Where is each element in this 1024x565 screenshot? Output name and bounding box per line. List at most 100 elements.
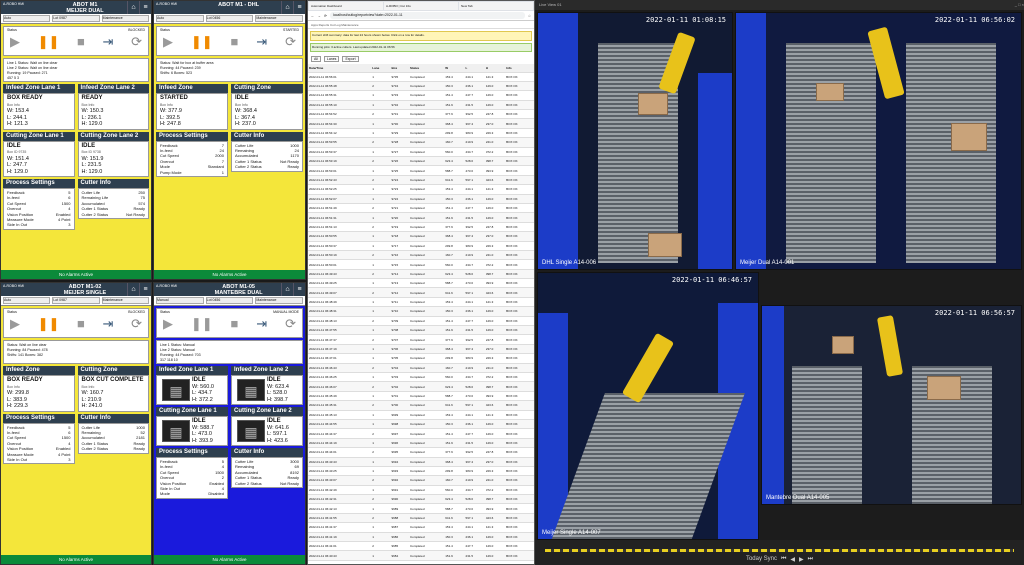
table-row[interactable]: 2022-01-11 06:50:55 1 9718 Completed 368.4 36…: [308, 231, 534, 242]
column-header[interactable]: Date/Time: [308, 64, 372, 73]
table-row[interactable]: 2022-01-11 06:51:49 2 9721 Completed 151.4 24…: [308, 203, 534, 214]
setting-value[interactable]: 1: [222, 170, 224, 175]
table-row[interactable]: 2022-01-11 06:48:13 2 9709 Completed 151.4 24…: [308, 316, 534, 327]
table-row[interactable]: 2022-01-11 06:53:37 1 9727 Completed 560.0 43…: [308, 147, 534, 158]
table-row[interactable]: 2022-01-11 06:50:01 1 9715 Completed 560.0 43…: [308, 259, 534, 270]
table-row[interactable]: 2022-01-11 06:42:31 2 9690 Completed 623.4 52…: [308, 494, 534, 505]
table-row[interactable]: 2022-01-11 06:53:55 2 9728 Completed 160.7 21…: [308, 137, 534, 148]
table-row[interactable]: 2022-01-11 06:53:19 2 9726 Completed 623.4 52…: [308, 156, 534, 167]
table-row[interactable]: 2022-01-11 06:54:52 2 9731 Completed 377.9 39…: [308, 109, 534, 120]
maintenance-select[interactable]: Maintenance: [101, 15, 149, 22]
table-row[interactable]: 2022-01-11 06:53:01 1 9725 Completed 588.7 47…: [308, 165, 534, 176]
filter-lanes-button[interactable]: Lanes: [323, 56, 340, 62]
column-header[interactable]: W: [444, 64, 465, 73]
table-row[interactable]: 2022-01-11 06:40:43 1 9684 Completed 151.9 23…: [308, 550, 534, 561]
home-icon[interactable]: ⌂: [127, 1, 139, 14]
stop-button[interactable]: ■: [77, 317, 85, 331]
lot-select[interactable]: Lot 0456: [205, 15, 254, 22]
pause-button[interactable]: ❚❚: [191, 35, 213, 49]
table-row[interactable]: 2022-01-11 06:42:13 1 9689 Completed 588.7 47…: [308, 503, 534, 514]
table-row[interactable]: 2022-01-11 06:46:25 1 9703 Completed 560.0 43…: [308, 372, 534, 383]
pause-button[interactable]: ❚❚: [38, 35, 60, 49]
table-row[interactable]: 2022-01-11 06:55:10 1 9732 Completed 151.9 23…: [308, 100, 534, 111]
column-header[interactable]: Lane: [371, 64, 391, 73]
mode-select[interactable]: Auto: [156, 15, 204, 22]
table-row[interactable]: 2022-01-11 06:48:31 1 9710 Completed 150.3 23…: [308, 306, 534, 317]
timeline-bar[interactable]: [545, 549, 1014, 552]
maintenance-select[interactable]: Maintenance: [255, 15, 304, 22]
table-row[interactable]: 2022-01-11 06:50:37 1 9717 Completed 299.8 38…: [308, 241, 534, 251]
table-row[interactable]: 2022-01-11 06:49:43 2 9714 Completed 623.4 52…: [308, 269, 534, 280]
play-button[interactable]: ▶: [163, 35, 173, 49]
stop-button[interactable]: ■: [231, 35, 239, 49]
stop-button[interactable]: ■: [77, 35, 85, 49]
browser-tab[interactable]: A-ROBO | Cut Info: [384, 2, 458, 10]
column-header[interactable]: H: [484, 64, 506, 73]
window-controls[interactable]: _ □ ×: [1015, 0, 1024, 10]
camera-feed[interactable]: 2022-01-11 06:56:02 Meijer Dual A14-001: [735, 12, 1022, 270]
table-row[interactable]: 2022-01-11 06:41:55 2 9688 Completed 641.6 59…: [308, 513, 534, 524]
browser-tab[interactable]: Automation Dashboard: [309, 2, 383, 10]
skip-forward-icon[interactable]: ⏭: [808, 556, 813, 563]
table-row[interactable]: 2022-01-11 06:48:49 1 9711 Completed 153.4 24…: [308, 297, 534, 308]
table-row[interactable]: 2022-01-11 06:43:07 2 9692 Completed 160.7 21…: [308, 475, 534, 486]
stop-button[interactable]: ■: [231, 317, 239, 331]
menu-icon[interactable]: ≡: [293, 283, 305, 296]
setting-value[interactable]: Disabled: [208, 491, 224, 496]
table-row[interactable]: 2022-01-11 06:47:01 1 9705 Completed 299.8 38…: [308, 353, 534, 364]
table-row[interactable]: 2022-01-11 06:49:07 2 9712 Completed 641.6 59…: [308, 287, 534, 298]
setting-value[interactable]: 3: [68, 222, 70, 227]
table-row[interactable]: 2022-01-11 06:54:30 1 9730 Completed 368.4 36…: [308, 118, 534, 129]
home-icon[interactable]: ⌂: [127, 283, 139, 296]
table-row[interactable]: 2022-01-11 06:40:25 2 9683 Completed 377.9 39…: [308, 560, 534, 564]
reset-icon[interactable]: ⟳: [131, 317, 142, 331]
pause-button[interactable]: ❚❚: [191, 317, 213, 331]
column-header[interactable]: Info: [505, 64, 534, 73]
table-row[interactable]: 2022-01-11 06:52:25 1 9723 Completed 153.4 24…: [308, 184, 534, 195]
maintenance-select[interactable]: Maintenance: [101, 297, 149, 304]
forward-icon[interactable]: →: [318, 14, 322, 18]
table-row[interactable]: 2022-01-11 06:55:31 1 9733 Completed 151.4 24…: [308, 90, 534, 101]
table-row[interactable]: 2022-01-11 06:45:13 1 9699 Completed 153.4 24…: [308, 410, 534, 420]
table-row[interactable]: 2022-01-11 06:44:01 2 9695 Completed 377.9 39…: [308, 447, 534, 458]
table-row[interactable]: 2022-01-11 06:50:19 2 9716 Completed 160.7 21…: [308, 250, 534, 261]
table-row[interactable]: 2022-01-11 06:45:49 1 9701 Completed 588.7 47…: [308, 391, 534, 402]
reset-icon[interactable]: ⟳: [285, 35, 296, 49]
playback-timeline[interactable]: Today Sync ⏮ ◀ ▶ ⏭: [535, 540, 1024, 565]
setting-value[interactable]: 3: [68, 457, 70, 462]
mode-select[interactable]: Manual: [156, 297, 204, 304]
camera-feed[interactable]: 2022-01-11 06:46:57 Meijer Single A14-00…: [537, 272, 759, 540]
table-row[interactable]: 2022-01-11 06:51:31 1 9720 Completed 151.9 23…: [308, 212, 534, 223]
table-row[interactable]: 2022-01-11 06:46:07 2 9702 Completed 623.4 52…: [308, 381, 534, 392]
lot-select[interactable]: Lot 0987: [52, 297, 100, 304]
mode-select[interactable]: Auto: [3, 15, 51, 22]
table-row[interactable]: 2022-01-11 06:45:31 2 9700 Completed 641.6 59…: [308, 400, 534, 411]
mode-select[interactable]: Auto: [3, 297, 51, 304]
pause-button[interactable]: ❚❚: [38, 317, 60, 331]
table-row[interactable]: 2022-01-11 06:41:01 2 9685 Completed 151.4 24…: [308, 541, 534, 552]
menu-icon[interactable]: ≡: [139, 283, 151, 296]
table-row[interactable]: 2022-01-11 06:47:37 2 9707 Completed 377.9 39…: [308, 334, 534, 345]
table-row[interactable]: 2022-01-11 06:43:43 1 9694 Completed 368.4 36…: [308, 457, 534, 467]
bookmarks-bar[interactable]: Apps Reports Cut Log Maintenance: [308, 21, 534, 29]
url-input[interactable]: localhost/cutlog/reportview?date=2022-01…: [329, 12, 525, 19]
table-row[interactable]: 2022-01-11 06:51:13 2 9719 Completed 377.9 39…: [308, 222, 534, 233]
reset-icon[interactable]: ⟳: [285, 317, 296, 331]
table-row[interactable]: 2022-01-11 06:42:49 1 9691 Completed 560.0 43…: [308, 485, 534, 496]
play-button[interactable]: ▶: [163, 317, 173, 331]
exit-icon[interactable]: ⇥: [256, 317, 267, 331]
menu-icon[interactable]: ≡: [293, 1, 305, 14]
star-icon[interactable]: ☆: [528, 14, 531, 18]
reset-icon[interactable]: ⟳: [131, 35, 142, 49]
table-row[interactable]: 2022-01-11 06:47:19 1 9706 Completed 368.4 36…: [308, 344, 534, 355]
column-header[interactable]: L: [464, 64, 485, 73]
camera-feed[interactable]: 2022-01-11 01:08:15 DHL Single A14-006: [537, 12, 733, 270]
maintenance-select[interactable]: Maintenance: [255, 297, 304, 304]
table-row[interactable]: 2022-01-11 06:56:01 1 9735 Completed 153.4 24…: [308, 72, 534, 82]
table-row[interactable]: 2022-01-11 06:41:19 1 9686 Completed 150.3 23…: [308, 532, 534, 543]
rewind-icon[interactable]: ◀: [790, 556, 795, 563]
table-row[interactable]: 2022-01-11 06:43:25 1 9693 Completed 299.8 38…: [308, 466, 534, 477]
play-icon[interactable]: ▶: [799, 556, 804, 563]
skip-back-icon[interactable]: ⏮: [781, 556, 786, 563]
export-button[interactable]: Export: [342, 56, 359, 62]
